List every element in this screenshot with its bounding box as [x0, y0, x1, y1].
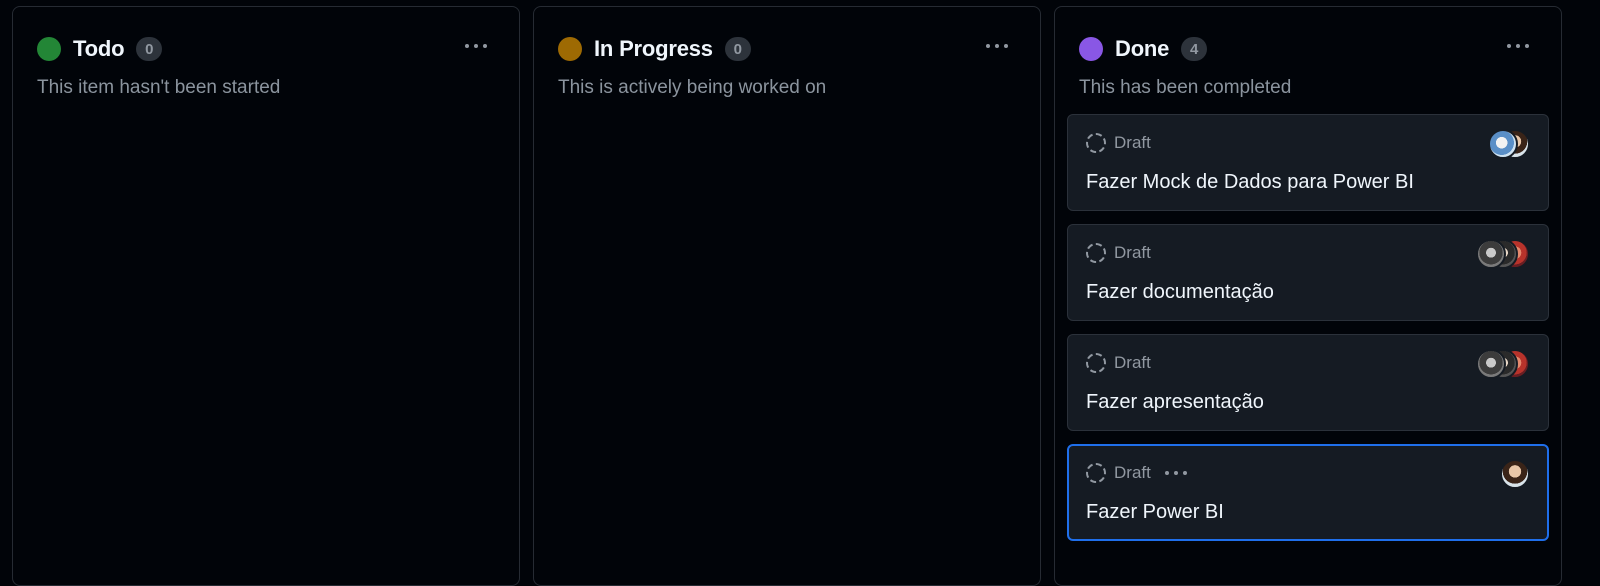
kebab-horizontal-icon	[465, 44, 487, 48]
status-dot-icon	[37, 37, 61, 61]
card-type-label: Draft	[1114, 353, 1151, 372]
column-in-progress: In Progress 0 This is actively being wor…	[533, 6, 1041, 586]
avatar	[1488, 129, 1518, 159]
column-done: Done 4 This has been completed Draft Faz…	[1054, 6, 1562, 586]
column-menu-button[interactable]	[1503, 35, 1533, 57]
card-type-label: Draft	[1114, 463, 1151, 482]
board-card[interactable]: Draft Fazer documentação	[1067, 224, 1549, 321]
card-menu-icon[interactable]	[1164, 471, 1187, 475]
assignee-avatars[interactable]	[1476, 349, 1530, 379]
board-card[interactable]: Draft Fazer apresentação	[1067, 334, 1549, 431]
column-description: This item hasn't been started	[37, 77, 281, 98]
column-title: Done	[1115, 36, 1170, 61]
item-count-badge: 4	[1181, 37, 1208, 61]
card-title[interactable]: Fazer apresentação	[1086, 391, 1264, 414]
status-dot-icon	[558, 37, 582, 61]
avatar	[1476, 239, 1506, 269]
item-count-badge: 0	[136, 37, 163, 61]
board-card[interactable]: Draft Fazer Mock de Dados para Power BI	[1067, 114, 1549, 211]
column-header: Done 4	[1079, 35, 1208, 63]
card-title[interactable]: Fazer Mock de Dados para Power BI	[1086, 171, 1414, 194]
draft-issue-icon	[1086, 133, 1106, 153]
column-header: Todo 0	[37, 35, 163, 63]
board-card-selected[interactable]: Draft Fazer Power BI	[1067, 444, 1549, 541]
item-count-badge: 0	[724, 37, 751, 61]
column-description: This has been completed	[1079, 77, 1292, 98]
avatar	[1500, 459, 1530, 489]
assignee-avatars[interactable]	[1500, 459, 1530, 489]
card-title[interactable]: Fazer documentação	[1086, 281, 1274, 304]
kebab-horizontal-icon	[986, 44, 1008, 48]
project-board: Todo 0 This item hasn't been started In …	[0, 0, 1600, 586]
status-dot-icon	[1079, 37, 1103, 61]
avatar	[1476, 349, 1506, 379]
column-header: In Progress 0	[558, 35, 751, 63]
draft-issue-icon	[1086, 463, 1106, 483]
column-description: This is actively being worked on	[558, 77, 827, 98]
column-menu-button[interactable]	[461, 35, 491, 57]
card-type-label: Draft	[1114, 133, 1151, 152]
column-title: Todo	[73, 36, 125, 61]
kebab-horizontal-icon	[1507, 44, 1529, 48]
draft-issue-icon	[1086, 243, 1106, 263]
assignee-avatars[interactable]	[1488, 129, 1530, 159]
column-menu-button[interactable]	[982, 35, 1012, 57]
assignee-avatars[interactable]	[1476, 239, 1530, 269]
column-todo: Todo 0 This item hasn't been started	[12, 6, 520, 586]
card-meta: Draft	[1086, 133, 1151, 153]
card-meta: Draft	[1086, 463, 1187, 483]
card-title[interactable]: Fazer Power BI	[1086, 501, 1224, 524]
card-meta: Draft	[1086, 243, 1151, 263]
draft-issue-icon	[1086, 353, 1106, 373]
card-type-label: Draft	[1114, 243, 1151, 262]
card-meta: Draft	[1086, 353, 1151, 373]
column-title: In Progress	[594, 36, 713, 61]
